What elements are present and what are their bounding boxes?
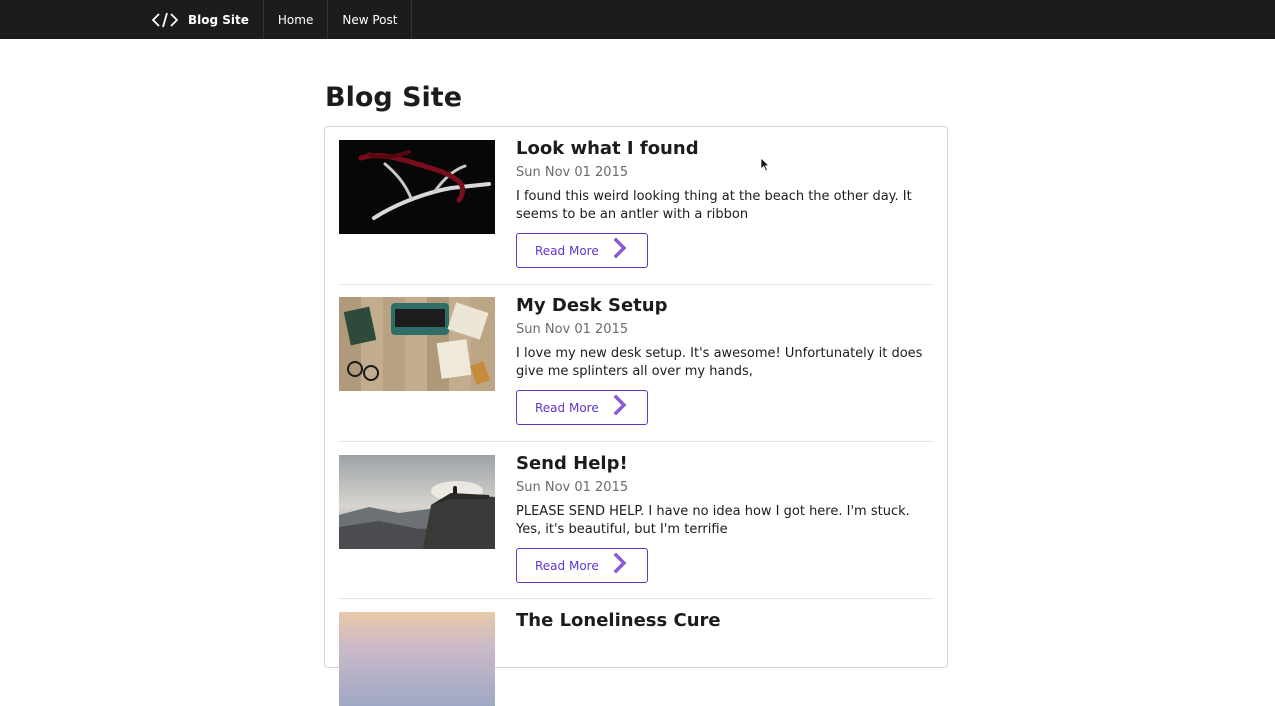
code-icon: [152, 12, 178, 27]
mouse-cursor-icon: [760, 157, 770, 172]
post-image-antler[interactable]: [339, 140, 495, 234]
post-content: Send Help! Sun Nov 01 2015 PLEASE SEND H…: [516, 453, 936, 583]
post-image-cliff[interactable]: [339, 455, 495, 549]
main-nav: Blog Site Home New Post: [138, 0, 413, 39]
post-list: Look what I found Sun Nov 01 2015 I foun…: [324, 126, 948, 706]
post-title[interactable]: The Loneliness Cure: [516, 610, 936, 632]
read-more-label: Read More: [535, 558, 599, 573]
post-title[interactable]: Look what I found: [516, 138, 936, 160]
post-date: Sun Nov 01 2015: [516, 322, 629, 337]
post-image-sky[interactable]: [339, 612, 495, 706]
post-image-desk[interactable]: [339, 297, 495, 391]
post-date: Sun Nov 01 2015: [516, 480, 629, 495]
read-more-button[interactable]: Read More: [516, 548, 648, 583]
nav-item-label: New Post: [342, 12, 398, 27]
read-more-label: Read More: [535, 400, 599, 415]
nav-item-label: Home: [277, 12, 314, 27]
post-divider: [339, 284, 933, 285]
post-excerpt: PLEASE SEND HELP. I have no idea how I g…: [516, 504, 910, 537]
brand-label: Blog Site: [188, 12, 249, 27]
chevron-right-icon: [613, 237, 627, 259]
nav-item-new-post[interactable]: New Post: [328, 0, 413, 39]
post-date: Sun Nov 01 2015: [516, 165, 629, 180]
post-excerpt: I found this weird looking thing at the …: [516, 189, 912, 222]
post-title[interactable]: Send Help!: [516, 453, 936, 475]
post-content: The Loneliness Cure: [516, 610, 936, 632]
top-menu-bar: Blog Site Home New Post: [0, 0, 1275, 39]
post-title[interactable]: My Desk Setup: [516, 295, 936, 317]
post-divider: [339, 441, 933, 442]
read-more-label: Read More: [535, 243, 599, 258]
post-excerpt: I love my new desk setup. It's awesome! …: [516, 346, 923, 379]
read-more-button[interactable]: Read More: [516, 233, 648, 268]
nav-item-home[interactable]: Home: [264, 0, 329, 39]
post-content: My Desk Setup Sun Nov 01 2015 I love my …: [516, 295, 936, 425]
page-title: Blog Site: [325, 82, 463, 113]
post-divider: [339, 598, 933, 599]
chevron-right-icon: [613, 552, 627, 574]
read-more-button[interactable]: Read More: [516, 390, 648, 425]
post-content: Look what I found Sun Nov 01 2015 I foun…: [516, 138, 936, 268]
brand-link[interactable]: Blog Site: [138, 0, 264, 39]
chevron-right-icon: [613, 394, 627, 416]
